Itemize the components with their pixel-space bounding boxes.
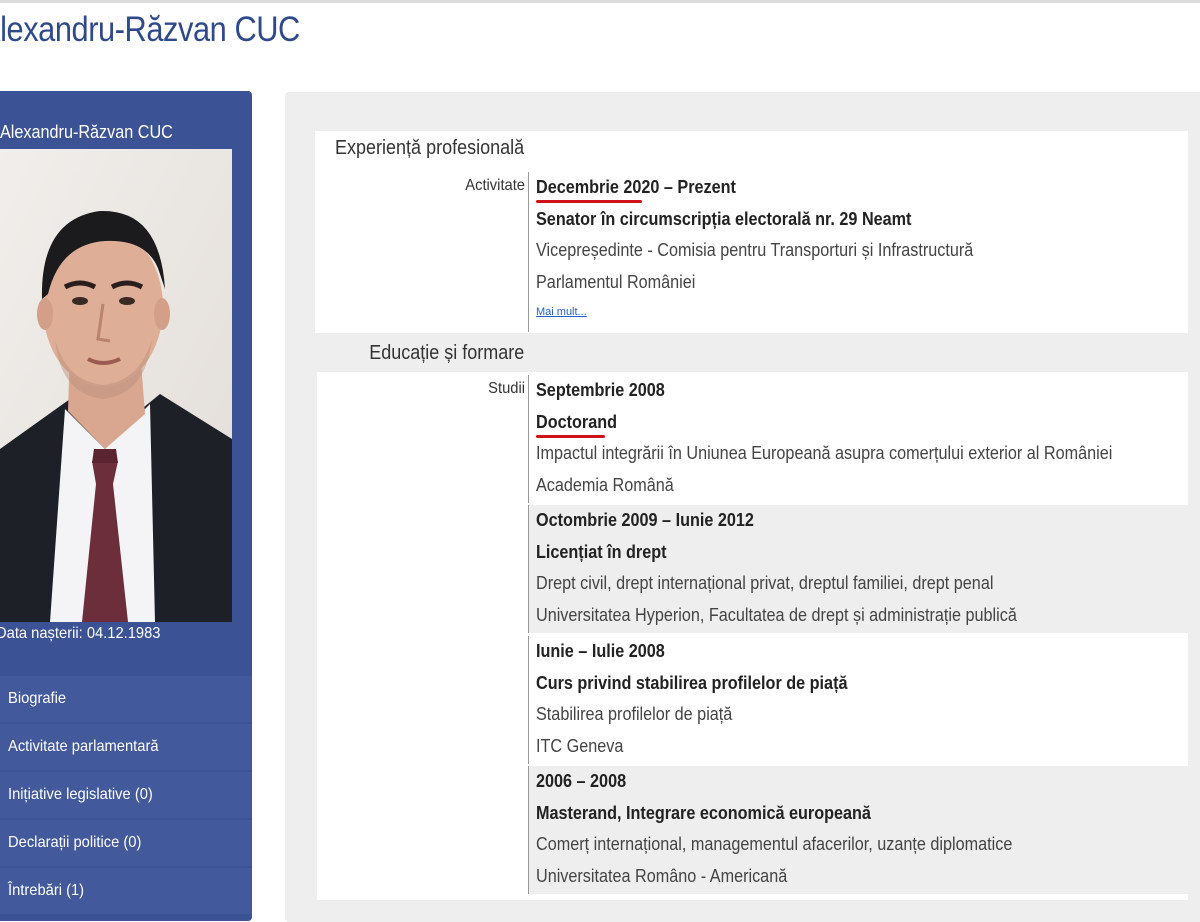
nav-item-intrebari[interactable]: Întrebări (1) xyxy=(0,868,252,916)
entry-institution: Universitatea Româno - Americană xyxy=(536,865,788,886)
entry-period: Septembrie 2008 xyxy=(536,380,665,400)
entry-period: Octombrie 2009 – Iunie 2012 xyxy=(536,510,754,530)
entry-title: Licențiat în drept xyxy=(536,541,667,562)
more-link[interactable]: Mai mult... xyxy=(536,306,587,318)
profile-photo xyxy=(0,149,232,622)
entry-detail: Comerț internațional, managementul aface… xyxy=(536,834,1013,854)
entry-detail: Vicepreședinte - Comisia pentru Transpor… xyxy=(536,240,974,260)
nav-item-activitate-parlamentara[interactable]: Activitate parlamentară xyxy=(0,724,252,772)
experience-label: Activitate xyxy=(465,177,525,194)
education-entry: 2006 – 2008 Masterand, Integrare economi… xyxy=(528,766,1188,894)
entry-period: 2006 – 2008 xyxy=(536,771,627,791)
entry-title: Senator în circumscripția electorală nr.… xyxy=(536,208,912,229)
education-heading: Educație și formare xyxy=(368,342,524,364)
entry-title: Curs privind stabilirea profilelor de pi… xyxy=(536,672,848,693)
entry-detail: Drept civil, drept internațional privat,… xyxy=(536,573,994,593)
nav-item-initiative-legislative[interactable]: Inițiative legislative (0) xyxy=(0,772,252,820)
education-label: Studii xyxy=(488,380,525,397)
nav-item-biografie[interactable]: Biografie xyxy=(0,676,252,724)
entry-institution: ITC Geneva xyxy=(536,735,624,756)
entry-institution: Parlamentul României xyxy=(536,271,696,292)
underline-annotation xyxy=(536,435,605,438)
entry-detail: Impactul integrării în Uniunea Europeană… xyxy=(536,443,1113,463)
page-title: Alexandru-Răzvan CUC xyxy=(0,10,300,49)
entry-title: Doctorand xyxy=(536,411,617,432)
entry-institution: Academia Română xyxy=(536,474,674,495)
entry-institution: Universitatea Hyperion, Facultatea de dr… xyxy=(536,604,1017,625)
education-entry: Septembrie 2008 Doctorand Impactul integ… xyxy=(528,375,1188,503)
education-entry: Iunie – Iulie 2008 Curs privind stabilir… xyxy=(528,636,1188,764)
entry-period: Decembrie 2020 – Prezent xyxy=(536,177,736,197)
education-entry: Octombrie 2009 – Iunie 2012 Licențiat în… xyxy=(528,505,1188,633)
entry-title: Masterand, Integrare economică europeană xyxy=(536,802,871,823)
sidebar-name: Alexandru-Răzvan CUC xyxy=(0,122,173,142)
profile-nav: Biografie Activitate parlamentară Iniția… xyxy=(0,676,252,916)
entry-period: Iunie – Iulie 2008 xyxy=(536,641,665,661)
underline-annotation xyxy=(536,200,642,203)
birth-date: Data nașterii: 04.12.1983 xyxy=(0,625,161,642)
nav-item-declaratii-politice[interactable]: Declarații politice (0) xyxy=(0,820,252,868)
experience-entry: Decembrie 2020 – Prezent Senator în circ… xyxy=(528,172,1188,332)
top-divider xyxy=(0,0,1200,3)
experience-heading: Experiență profesională xyxy=(334,137,524,159)
entry-detail: Stabilirea profilelor de piață xyxy=(536,704,733,724)
person-portrait-icon xyxy=(0,149,232,622)
